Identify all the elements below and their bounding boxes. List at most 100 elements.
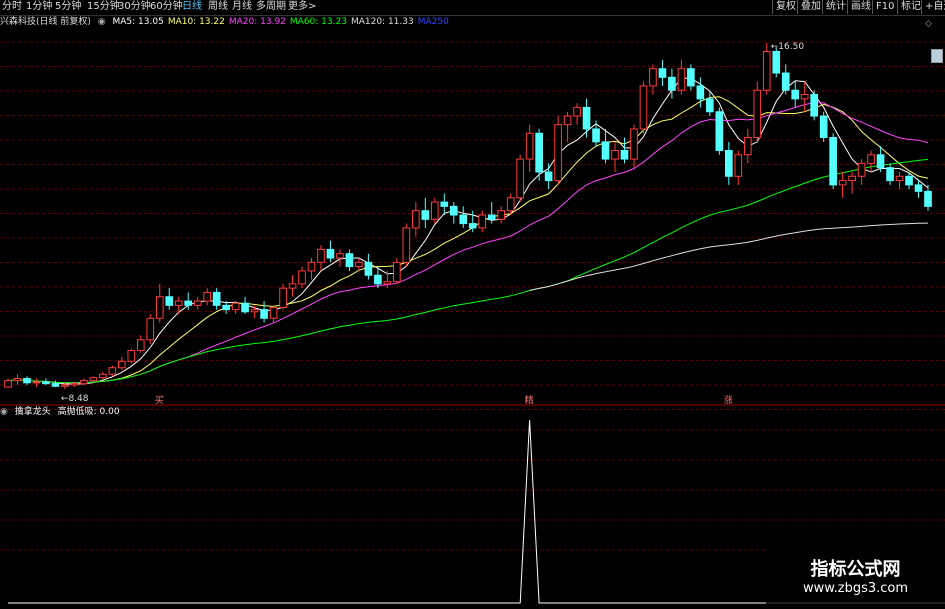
candle-body	[260, 309, 268, 319]
candle-body	[99, 373, 107, 379]
candle-body	[506, 197, 515, 212]
candle-body	[601, 141, 610, 160]
candle-body	[687, 68, 695, 87]
candle-body	[269, 307, 278, 319]
diamond-icon: ◇	[925, 19, 932, 29]
candle-body	[848, 175, 856, 182]
candle-body	[668, 76, 676, 91]
high-price-label: ←16.50	[771, 42, 805, 52]
tab-period-6[interactable]: 日线	[182, 0, 202, 14]
candle-body	[70, 383, 79, 386]
candle-body	[108, 367, 117, 375]
candle-body	[80, 380, 88, 385]
tool-button-2[interactable]: 统计	[822, 0, 849, 14]
tool-button-4[interactable]: F10	[872, 0, 897, 14]
scroll-handle[interactable]	[931, 49, 943, 63]
candle-body	[203, 291, 211, 302]
candle-body	[525, 132, 534, 160]
candle-body	[136, 339, 145, 352]
candle-body	[165, 296, 174, 306]
candle-body	[222, 304, 230, 311]
candle-body	[146, 317, 155, 341]
tab-period-8[interactable]: 月线	[232, 0, 252, 14]
candle-body	[412, 210, 420, 229]
settings-icon[interactable]: ◉	[98, 17, 106, 27]
candle-body	[639, 85, 648, 130]
candle-body	[155, 296, 164, 319]
candle-body	[241, 302, 249, 313]
candle-body	[250, 309, 259, 313]
candle-body	[838, 180, 847, 186]
candle-body	[421, 210, 430, 220]
candle-body	[374, 274, 382, 285]
candle-body	[127, 350, 136, 362]
tab-period-5[interactable]: 60分钟	[150, 0, 183, 14]
tab-period-4[interactable]: 30分钟	[118, 0, 151, 14]
candle-body	[13, 377, 22, 382]
candle-body	[762, 51, 771, 91]
candle-body	[781, 72, 790, 91]
indicator-info-line: ◉ 擒拿龙头 高抛低吸: 0.00	[0, 406, 124, 418]
tool-button-1[interactable]: 叠加	[797, 0, 824, 14]
candle-body	[61, 384, 69, 387]
tab-period-3[interactable]: 15分钟	[87, 0, 120, 14]
candle-body	[611, 149, 619, 160]
candle-body	[117, 360, 126, 369]
candle-body	[497, 210, 506, 220]
candle-body	[582, 106, 591, 130]
candle-body	[772, 51, 781, 74]
candle-body	[753, 89, 762, 139]
candle-body	[336, 253, 344, 259]
candle-body	[42, 381, 50, 385]
candle-body	[554, 124, 562, 182]
tool-button-6[interactable]: +自选	[921, 0, 945, 14]
tab-period-0[interactable]: 分时	[2, 0, 22, 14]
candle-body	[563, 115, 572, 126]
candle-body	[620, 149, 629, 160]
candle-body	[516, 158, 524, 199]
signal-marker-1: 精	[525, 394, 534, 406]
candle-body	[658, 68, 667, 78]
price-chart[interactable]: ←16.50 ←8.48 买 精 涨 ◇	[0, 0, 945, 609]
candle-body	[345, 253, 354, 268]
watermark: 指标公式网 www.zbgs3.com	[766, 543, 945, 609]
tool-button-3[interactable]: 画线	[847, 0, 874, 14]
signal-marker-0: 买	[155, 395, 164, 406]
candle-body	[810, 94, 819, 117]
watermark-title: 指标公式网	[810, 559, 901, 580]
candle-body	[4, 380, 12, 388]
candle-body	[89, 377, 98, 382]
tab-period-2[interactable]: 5分钟	[55, 0, 81, 14]
candle-body	[487, 214, 496, 220]
candle-body	[677, 68, 686, 91]
ma-label-4: MA120: 11.33	[350, 17, 414, 27]
candle-body	[743, 137, 752, 156]
candle-body	[630, 128, 638, 160]
candle-body	[829, 137, 837, 186]
indicator-name: 擒拿龙头	[14, 407, 51, 417]
candle-body	[402, 227, 411, 263]
candle-body	[867, 154, 875, 164]
indicator-settings-icon[interactable]: ◉	[0, 407, 8, 417]
candle-body	[298, 270, 306, 285]
signal-marker-2: 涨	[724, 395, 733, 406]
indicator-reading: 高抛低吸: 0.00	[57, 407, 120, 417]
tool-button-5[interactable]: 标记	[897, 0, 924, 14]
candle-body	[184, 300, 193, 306]
tab-period-7[interactable]: 周线	[208, 0, 228, 14]
candle-body	[174, 300, 183, 306]
candle-body	[430, 201, 439, 220]
candle-body	[355, 261, 363, 268]
tab-period-9[interactable]: 多周期	[256, 0, 286, 14]
candle-body	[440, 201, 449, 207]
candle-body	[317, 248, 325, 263]
ma-label-3: MA60: 13.23	[289, 17, 347, 27]
candle-body	[23, 377, 31, 384]
tab-period-1[interactable]: 1分钟	[26, 0, 52, 14]
ma-info-line: 兴森科技(日线 前复权) ◉ MA5: 13.05 MA10: 13.22 MA20…	[0, 16, 457, 29]
ma-line-5	[45, 77, 929, 385]
candle-body	[544, 171, 553, 182]
tool-button-0[interactable]: 复权	[772, 0, 799, 14]
tab-period-10[interactable]: 更多>	[288, 0, 316, 14]
candle-body	[307, 261, 316, 272]
